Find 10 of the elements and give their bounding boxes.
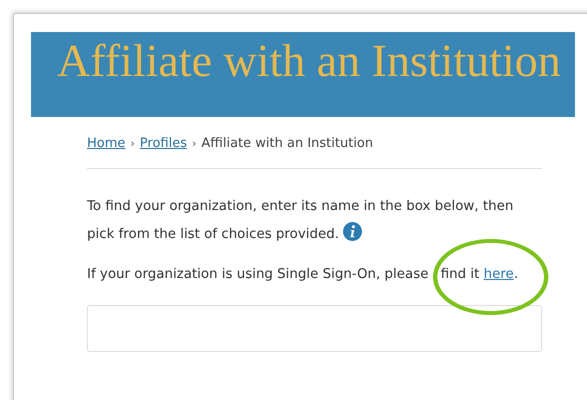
- info-icon[interactable]: [342, 222, 362, 241]
- here-link[interactable]: here: [484, 267, 514, 282]
- organization-input[interactable]: [87, 305, 542, 352]
- breadcrumb-link[interactable]: Home: [87, 136, 126, 151]
- breadcrumb-current: Affiliate with an Institution: [201, 136, 374, 151]
- breadcrumb-link[interactable]: Profiles: [140, 136, 187, 151]
- instructions-text: To find your organization, enter its name in the box below, then pick from the list of choices provided.: [87, 198, 514, 244]
- breadcrumb-separator: ›: [130, 137, 135, 150]
- breadcrumb-separator: ›: [192, 137, 196, 150]
- page-title: Affiliate with an Institution: [57, 36, 561, 87]
